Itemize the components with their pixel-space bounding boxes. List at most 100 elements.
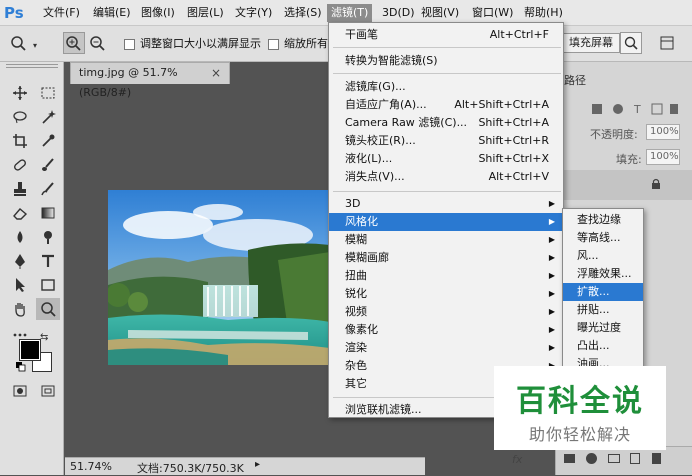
menu-select[interactable]: 选择(S) xyxy=(284,4,322,22)
menu-layer[interactable]: 图层(L) xyxy=(187,4,224,22)
status-menu-arrow-icon[interactable]: ▸ xyxy=(255,459,260,470)
menu-item-adaptive-wide-angle[interactable]: 自适应广角(A)... Alt+Shift+Ctrl+A xyxy=(329,96,563,114)
trash-icon[interactable] xyxy=(652,453,661,464)
menu-item-vanishing-point[interactable]: 消失点(V)... Alt+Ctrl+V xyxy=(329,168,563,186)
panel-grip[interactable] xyxy=(6,64,58,68)
menu-file[interactable]: 文件(F) xyxy=(43,4,80,22)
background-layer-row[interactable] xyxy=(556,170,692,200)
menu-item-sharpen[interactable]: 锐化 ▶ xyxy=(329,285,563,303)
menu-item-convert-smart-filter[interactable]: 转换为智能滤镜(S) xyxy=(329,52,563,70)
screen-mode-icon[interactable] xyxy=(36,380,60,402)
close-tab-icon[interactable]: × xyxy=(211,63,221,83)
group-icon[interactable] xyxy=(608,454,620,463)
menu-item-pixelate[interactable]: 像素化 ▶ xyxy=(329,321,563,339)
menu-item-filter-gallery[interactable]: 滤镜库(G)... xyxy=(329,78,563,96)
submenu-arrow-icon: ▶ xyxy=(548,343,555,352)
zoom-level[interactable]: 51.74% xyxy=(70,460,112,473)
marquee-tool-icon[interactable] xyxy=(36,82,60,104)
menu-item-video[interactable]: 视频 ▶ xyxy=(329,303,563,321)
mask-icon[interactable] xyxy=(564,454,575,463)
menu-type[interactable]: 文字(Y) xyxy=(235,4,272,22)
zoom-tool-preset-icon[interactable] xyxy=(8,32,30,54)
layer-filter-icons[interactable]: T xyxy=(590,102,680,116)
foreground-color-swatch[interactable] xyxy=(19,339,41,361)
move-tool-icon[interactable] xyxy=(8,82,32,104)
menu-item-distort[interactable]: 扭曲 ▶ xyxy=(329,267,563,285)
zoom-out-icon[interactable] xyxy=(87,32,109,54)
submenu-item-tiles[interactable]: 拼贴... xyxy=(563,301,643,319)
watermark: 百科全说 助你轻松解决 xyxy=(494,366,666,450)
document-tab[interactable]: timg.jpg @ 51.7%(RGB/8#) × xyxy=(70,62,230,99)
zoom-tool-icon[interactable] xyxy=(36,298,60,320)
type-tool-icon[interactable] xyxy=(36,250,60,272)
menu-item-lens-correction[interactable]: 镜头校正(R)... Shift+Ctrl+R xyxy=(329,132,563,150)
eyedropper-icon[interactable] xyxy=(36,130,60,152)
status-bar: 51.74% 文档:750.3K/750.3K ▸ xyxy=(65,457,425,475)
history-brush-icon[interactable] xyxy=(36,178,60,200)
hand-tool-icon[interactable] xyxy=(8,298,32,320)
fill-label: 填充: xyxy=(616,153,642,166)
swap-colors-icon[interactable]: ⇆ xyxy=(40,332,48,343)
lasso-tool-icon[interactable] xyxy=(8,106,32,128)
blur-tool-icon[interactable] xyxy=(8,226,32,248)
paths-tab[interactable]: 路径 xyxy=(564,72,586,88)
menu-item-render[interactable]: 渲染 ▶ xyxy=(329,339,563,357)
path-selection-icon[interactable] xyxy=(8,274,32,296)
submenu-item-find-edges[interactable]: 查找边缘 xyxy=(563,211,643,229)
workspace-icon[interactable] xyxy=(656,32,678,54)
submenu-item-trace-contour[interactable]: 等高线... xyxy=(563,229,643,247)
filter-menu: 干画笔 Alt+Ctrl+F 转换为智能滤镜(S) 滤镜库(G)... 自适应广角… xyxy=(328,22,564,418)
fill-screen-button[interactable]: 填充屏幕 xyxy=(562,33,620,53)
eraser-tool-icon[interactable] xyxy=(8,202,32,224)
submenu-item-extrude[interactable]: 凸出... xyxy=(563,337,643,355)
rectangle-tool-icon[interactable] xyxy=(36,274,60,296)
waterfall-landscape-image xyxy=(108,190,330,365)
menu-edit[interactable]: 编辑(E) xyxy=(93,4,131,22)
zoom-in-icon[interactable] xyxy=(63,32,85,54)
resize-windows-checkbox[interactable] xyxy=(124,39,135,50)
menu-item-stylize[interactable]: 风格化 ▶ xyxy=(329,213,563,231)
zoom-all-label: 缩放所有 xyxy=(284,37,328,50)
menu-item-3d[interactable]: 3D ▶ xyxy=(329,195,563,213)
clone-stamp-icon[interactable] xyxy=(8,178,32,200)
menu-filter[interactable]: 滤镜(T) xyxy=(327,4,373,22)
adjustment-icon[interactable] xyxy=(586,453,597,464)
document-size: 文档:750.3K/750.3K xyxy=(137,462,244,475)
submenu-item-wind[interactable]: 风... xyxy=(563,247,643,265)
preset-dropdown-icon[interactable]: ▾ xyxy=(33,41,37,50)
crop-tool-icon[interactable] xyxy=(8,130,32,152)
gradient-tool-icon[interactable] xyxy=(36,202,60,224)
submenu-item-solarize[interactable]: 曝光过度 xyxy=(563,319,643,337)
opacity-label: 不透明度: xyxy=(590,128,638,141)
menu-item-camera-raw[interactable]: Camera Raw 滤镜(C)... Shift+Ctrl+A xyxy=(329,114,563,132)
menu-window[interactable]: 窗口(W) xyxy=(472,4,513,22)
fill-input[interactable]: 100% xyxy=(646,149,680,165)
dodge-tool-icon[interactable] xyxy=(36,226,60,248)
healing-brush-icon[interactable] xyxy=(8,154,32,176)
brush-tool-icon[interactable] xyxy=(36,154,60,176)
photoshop-logo: Ps xyxy=(4,4,24,22)
menu-view[interactable]: 视图(V) xyxy=(421,4,459,22)
submenu-item-emboss[interactable]: 浮雕效果... xyxy=(563,265,643,283)
submenu-arrow-icon: ▶ xyxy=(548,271,555,280)
menu-item-blur-gallery[interactable]: 模糊画廊 ▶ xyxy=(329,249,563,267)
watermark-title: 百科全说 xyxy=(516,384,644,419)
lock-icon xyxy=(652,178,660,189)
menu-3d[interactable]: 3D(D) xyxy=(382,4,415,22)
menu-item-liquify[interactable]: 液化(L)... Shift+Ctrl+X xyxy=(329,150,563,168)
fx-icon[interactable]: fx xyxy=(512,453,522,466)
magic-wand-icon[interactable] xyxy=(36,106,60,128)
quick-mask-icon[interactable] xyxy=(8,380,32,402)
menu-image[interactable]: 图像(I) xyxy=(141,4,175,22)
opacity-input[interactable]: 100% xyxy=(646,124,680,140)
menu-item-last-filter[interactable]: 干画笔 Alt+Ctrl+F xyxy=(329,26,563,44)
menu-help[interactable]: 帮助(H) xyxy=(524,4,563,22)
pen-tool-icon[interactable] xyxy=(8,250,32,272)
menu-item-blur[interactable]: 模糊 ▶ xyxy=(329,231,563,249)
new-layer-icon[interactable] xyxy=(630,453,640,464)
document-image[interactable] xyxy=(108,190,330,365)
zoom-all-checkbox[interactable] xyxy=(268,39,279,50)
search-icon[interactable] xyxy=(620,32,642,54)
submenu-item-diffuse[interactable]: 扩散... xyxy=(563,283,643,301)
default-colors-icon[interactable] xyxy=(16,362,26,372)
